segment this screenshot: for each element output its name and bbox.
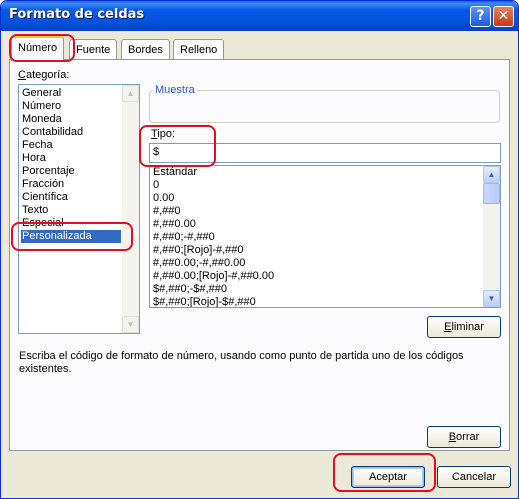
format-code-item[interactable]: 0	[152, 179, 159, 192]
format-code-item[interactable]: Estándar	[152, 166, 197, 179]
help-icon[interactable]: ?	[470, 6, 491, 27]
categoria-item[interactable]: Personalizada	[21, 230, 121, 243]
tab-bordes[interactable]: Bordes	[121, 39, 170, 60]
format-code-item[interactable]: 0.00	[152, 192, 174, 205]
categoria-item[interactable]: Número	[21, 100, 61, 113]
dialog-title: Formato de celdas	[9, 7, 145, 22]
format-code-item[interactable]: #,##0	[152, 205, 181, 218]
arrow-up-icon[interactable]: ▲	[483, 166, 500, 183]
tab-numero[interactable]: Número	[11, 36, 65, 61]
format-code-listbox[interactable]: Estándar 0 0.00 #,##0 #,##0.00 #,##0;-#,##0 #,…	[149, 165, 501, 308]
categoria-item[interactable]: Fracción	[21, 178, 64, 191]
muestra-group: Muestra	[149, 84, 500, 123]
categoria-item[interactable]: Texto	[21, 204, 48, 217]
muestra-legend: Muestra	[153, 84, 197, 96]
format-code-item[interactable]: #,##0.00;-#,##0.00	[152, 257, 245, 270]
categoria-item[interactable]: Hora	[21, 152, 46, 165]
borrar-button[interactable]: Borrar	[427, 426, 501, 448]
categoria-item[interactable]: Científica	[21, 191, 68, 204]
format-code-item[interactable]: $#,##0;-$#,##0	[152, 283, 227, 296]
tab-fuente[interactable]: Fuente	[69, 39, 118, 60]
eliminar-button[interactable]: Eliminar	[427, 316, 501, 338]
format-code-item[interactable]: #,##0.00	[152, 218, 196, 231]
arrow-up-icon[interactable]: ▲	[122, 85, 139, 102]
arrow-down-icon[interactable]: ▼	[483, 290, 500, 307]
tipo-label: Tipo:	[151, 128, 176, 140]
scroll-thumb[interactable]	[483, 183, 500, 204]
format-code-scrollbar[interactable]: ▲ ▼	[483, 166, 500, 307]
format-cells-dialog: Formato de celdas ? ✕ Número Fuente Bord…	[0, 0, 519, 499]
close-icon[interactable]: ✕	[493, 6, 514, 27]
categoria-label: Categoría:	[18, 69, 70, 81]
categoria-item[interactable]: Porcentaje	[21, 165, 75, 178]
categoria-item[interactable]: Especial	[21, 217, 64, 230]
categoria-item[interactable]: Moneda	[21, 113, 62, 126]
format-description: Escriba el código de formato de número, …	[19, 350, 464, 375]
cancelar-button[interactable]: Cancelar	[437, 466, 511, 488]
format-code-item[interactable]: $#,##0;[Rojo]-$#,##0	[152, 296, 256, 307]
categoria-listbox[interactable]: General Número Moneda Contabilidad Fecha Hora…	[18, 84, 140, 334]
categoria-scrollbar[interactable]: ▲ ▼	[122, 85, 139, 333]
arrow-down-icon[interactable]: ▼	[122, 316, 139, 333]
tab-relleno[interactable]: Relleno	[173, 39, 225, 60]
format-code-item[interactable]: #,##0;-#,##0	[152, 231, 215, 244]
title-bar[interactable]: Formato de celdas ? ✕	[1, 1, 518, 31]
categoria-item[interactable]: General	[21, 87, 61, 100]
aceptar-button[interactable]: Aceptar	[351, 466, 425, 488]
tipo-input[interactable]: $	[149, 143, 501, 163]
categoria-item[interactable]: Contabilidad	[21, 126, 83, 139]
format-code-item[interactable]: #,##0.00;[Rojo]-#,##0.00	[152, 270, 274, 283]
categoria-item[interactable]: Fecha	[21, 139, 53, 152]
format-code-item[interactable]: #,##0;[Rojo]-#,##0	[152, 244, 244, 257]
